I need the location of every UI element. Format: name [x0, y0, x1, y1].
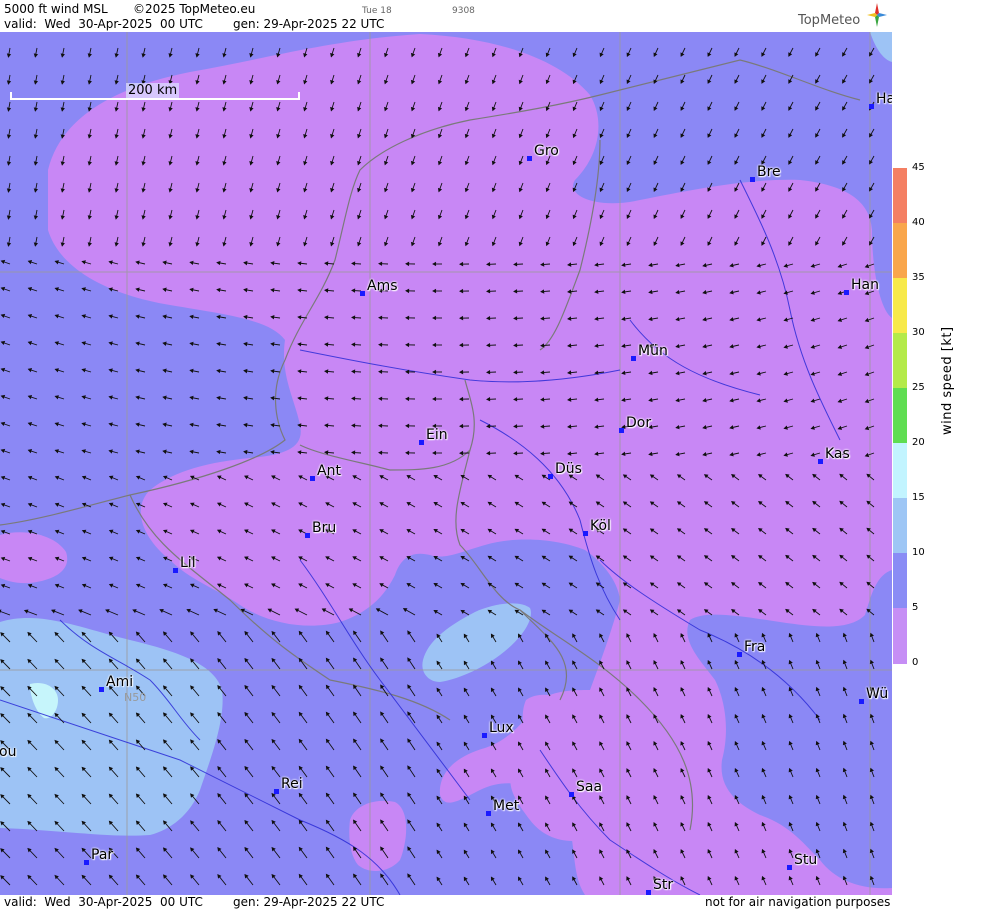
city-label: Düs	[555, 461, 582, 477]
colorbar-segment	[893, 443, 907, 499]
city-label: Ams	[367, 278, 398, 294]
wind-map[interactable]: 200 km N50 Ha Gro Bre Ams Han Mün Ein Do…	[0, 32, 892, 895]
disclaimer: not for air navigation purposes	[705, 895, 891, 909]
colorbar-tick-label: 5	[912, 602, 919, 613]
city-label: Kas	[825, 446, 850, 462]
colorbar-segment	[893, 223, 907, 279]
city-label: Lil	[180, 555, 196, 571]
city-label: Str	[653, 877, 674, 893]
topmeteo-logo-text: TopMeteo	[798, 13, 861, 28]
colorbar-segment	[893, 498, 907, 554]
scale-bar-label: 200 km	[126, 83, 180, 98]
city-label: Gro	[534, 143, 559, 159]
city-label: Ant	[317, 463, 341, 479]
valid-time: valid: Wed 30-Apr-2025 00 UTC	[4, 17, 203, 31]
colorbar-title: wind speed [kt]	[940, 326, 955, 435]
city-label: Rei	[281, 776, 303, 792]
compass-logo-icon	[867, 3, 887, 27]
latitude-label: N50	[124, 691, 147, 704]
colorbar-tick-label: 10	[912, 547, 925, 558]
city-label: Wü	[866, 686, 889, 702]
colorbar-segment	[893, 608, 907, 664]
colorbar-tick-label: 20	[912, 437, 925, 448]
wind-map-canvas	[0, 32, 892, 895]
colorbar-tick-label: 35	[912, 272, 925, 283]
colorbar-segment	[893, 388, 907, 444]
map-footer: valid: Wed 30-Apr-2025 00 UTC gen: 29-Ap…	[0, 895, 892, 909]
scale-bar: 200 km	[10, 83, 300, 102]
city-label: Ami	[106, 674, 134, 690]
city-label: Saa	[576, 779, 603, 795]
colorbar-tick-label: 40	[912, 217, 925, 228]
faint-day-label: Tue 18	[362, 6, 392, 16]
city-label: Köl	[590, 518, 611, 534]
city-label: Ha	[876, 91, 892, 107]
faint-code-label: 9308	[452, 6, 475, 16]
colorbar-tick-label: 30	[912, 327, 925, 338]
footer-generated-time: gen: 29-Apr-2025 22 UTC	[233, 895, 385, 909]
city-label: Mün	[638, 343, 668, 359]
city-label: Bru	[312, 520, 337, 536]
wind-speed-colorbar	[893, 168, 907, 664]
generated-time: gen: 29-Apr-2025 22 UTC	[233, 17, 385, 31]
colorbar-segment	[893, 333, 907, 389]
city-label: Par	[91, 847, 114, 863]
city-label: Dor	[626, 415, 652, 431]
colorbar-tick-label: 0	[912, 657, 919, 668]
footer-valid-time: valid: Wed 30-Apr-2025 00 UTC	[4, 895, 203, 909]
city-label: Fra	[744, 639, 766, 655]
city-label: Lux	[489, 720, 514, 736]
city-label: Stu	[794, 852, 818, 868]
colorbar-segment	[893, 553, 907, 609]
copyright: ©2025 TopMeteo.eu	[133, 2, 256, 16]
calm-wind-area-south	[349, 800, 407, 872]
city-label: Met	[493, 798, 520, 814]
product-title: 5000 ft wind MSL	[4, 2, 108, 16]
map-header: 5000 ft wind MSL ©2025 TopMeteo.eu Tue 1…	[0, 0, 892, 32]
colorbar-segment	[893, 168, 907, 224]
colorbar-segment	[893, 278, 907, 334]
city-label: ou	[0, 744, 17, 760]
colorbar-tick-label: 25	[912, 382, 925, 393]
colorbar-tick-label: 45	[912, 162, 925, 173]
city-label: Han	[851, 277, 879, 293]
city-label: Bre	[757, 164, 781, 180]
colorbar-tick-label: 15	[912, 492, 925, 503]
city-label: Ein	[426, 427, 448, 443]
